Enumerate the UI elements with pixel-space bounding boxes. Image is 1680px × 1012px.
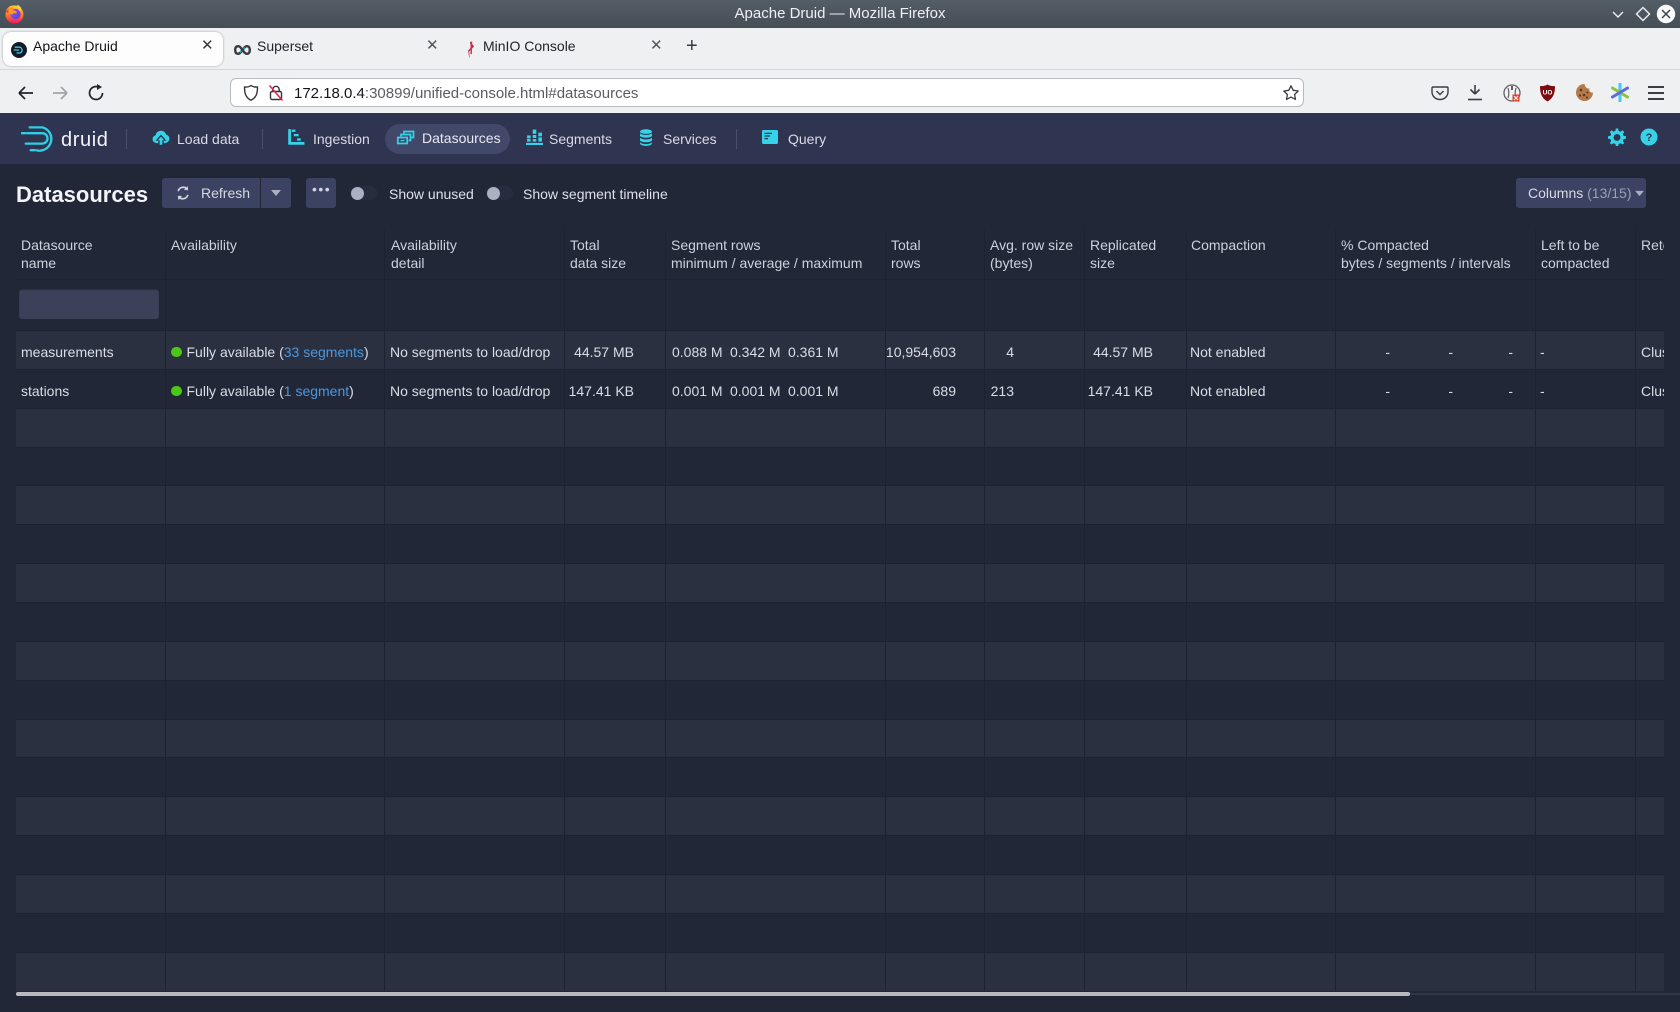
svg-text:UO: UO (1543, 90, 1553, 97)
svg-text:?: ? (1646, 132, 1653, 144)
